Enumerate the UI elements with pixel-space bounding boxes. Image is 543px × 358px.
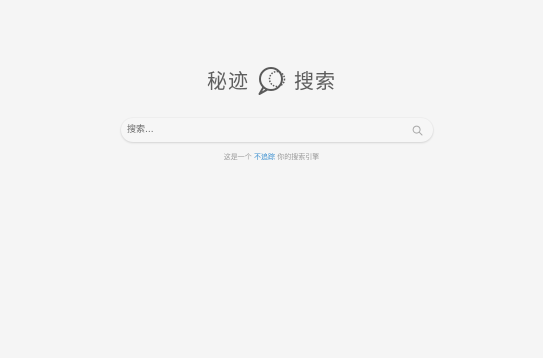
search-bar xyxy=(121,118,433,142)
search-input[interactable] xyxy=(127,120,409,140)
site-logo: 秘迹 搜索 xyxy=(0,64,543,98)
tagline: 这是一个 不追踪 你的搜索引擎 xyxy=(0,151,543,163)
page: 秘迹 搜索 这是一个 不追踪 你的搜索引擎 xyxy=(0,0,543,358)
magnifier-bubble-icon xyxy=(256,65,288,97)
tagline-prefix: 这是一个 xyxy=(223,153,252,161)
search-icon[interactable] xyxy=(409,122,425,138)
logo-right-text: 搜索 xyxy=(294,69,336,93)
tagline-suffix: 你的搜索引擎 xyxy=(277,153,320,161)
logo-left-text: 秘迹 xyxy=(207,69,249,93)
no-tracking-link[interactable]: 不追踪 xyxy=(254,153,275,161)
